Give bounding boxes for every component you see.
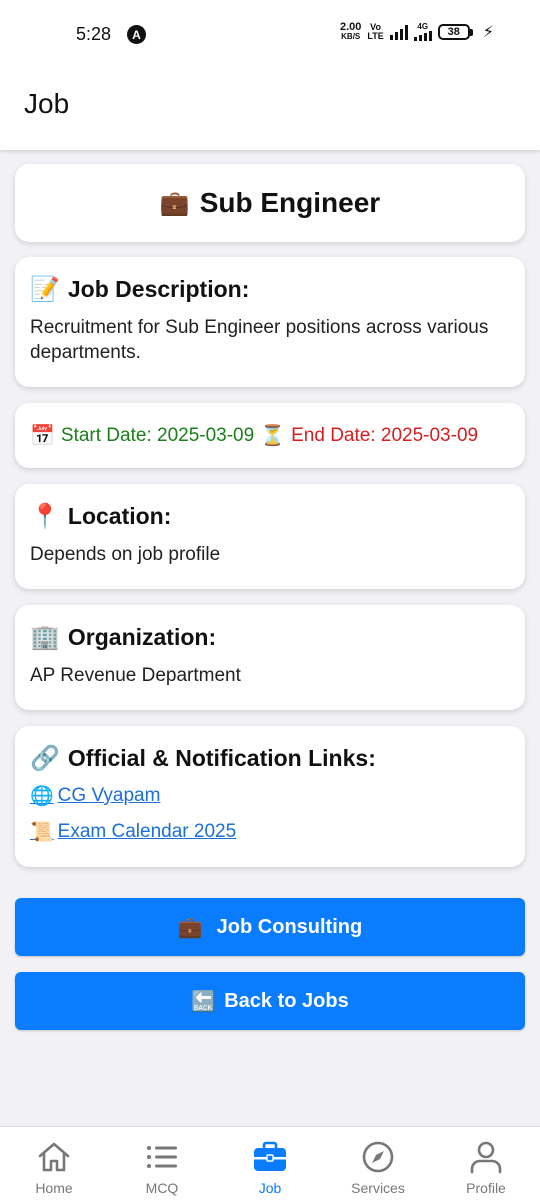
volte-indicator: Vo LTE — [367, 22, 384, 41]
home-icon — [38, 1142, 70, 1172]
person-icon — [470, 1141, 502, 1174]
list-icon — [147, 1146, 177, 1168]
compass-icon — [362, 1141, 394, 1173]
app-bar: Job — [0, 66, 540, 150]
tab-services[interactable]: Services — [324, 1127, 432, 1201]
location-card: 📍 Location: Depends on job profile — [15, 484, 525, 589]
start-date: Start Date: 2025-03-09 — [60, 424, 255, 446]
job-consulting-button[interactable]: 💼 Job Consulting — [15, 898, 525, 956]
dates-card: 📅 Start Date: 2025-03-09 ⏳ End Date: 202… — [15, 403, 525, 468]
briefcase-icon — [254, 1141, 286, 1171]
signal-icon-2 — [413, 31, 432, 41]
tab-mcq[interactable]: MCQ — [108, 1127, 216, 1201]
links-heading: 🔗 Official & Notification Links: — [30, 745, 376, 772]
signal-icon — [389, 24, 408, 40]
job-title-card: 💼 Sub Engineer — [15, 164, 525, 242]
battery-icon: 38 — [437, 24, 473, 40]
bottom-tab-bar: Home MCQ Job Services Profile — [0, 1126, 540, 1201]
description-heading: 📝 Job Description: — [30, 276, 250, 303]
briefcase-icon: 💼 — [177, 916, 203, 939]
organization-heading: 🏢 Organization: — [30, 624, 217, 651]
hourglass-icon: ⏳ — [260, 425, 286, 447]
pin-icon: 📍 — [30, 503, 60, 530]
end-date: End Date: 2025-03-09 — [291, 424, 479, 446]
links-card: 🔗 Official & Notification Links: 🌐 CG Vy… — [15, 726, 525, 867]
organization-text: AP Revenue Department — [30, 665, 241, 686]
organization-card: 🏢 Organization: AP Revenue Department — [15, 605, 525, 710]
back-to-jobs-button[interactable]: 🔙 Back to Jobs — [15, 972, 525, 1030]
location-text: Depends on job profile — [30, 544, 221, 565]
status-indicators: 2.00 KB/S Vo LTE 4G 38 ⚡ — [340, 22, 494, 42]
status-time: 5:28 — [76, 24, 112, 44]
dates-row: 📅 Start Date: 2025-03-09 ⏳ End Date: 202… — [30, 403, 478, 468]
scroll-icon: 📜 — [30, 822, 54, 843]
tab-home[interactable]: Home — [0, 1127, 108, 1201]
description-text: Recruitment for Sub Engineer positions a… — [30, 317, 489, 363]
memo-icon: 📝 — [30, 276, 60, 303]
link-cg-vyapam[interactable]: 🌐 CG Vyapam — [30, 784, 160, 808]
description-card: 📝 Job Description: Recruitment for Sub E… — [15, 257, 525, 387]
link-icon: 🔗 — [30, 745, 60, 772]
location-heading: 📍 Location: — [30, 503, 172, 530]
network-speed: 2.00 KB/S — [340, 21, 362, 42]
briefcase-icon: 💼 — [159, 189, 190, 217]
calendar-icon: 📅 — [30, 425, 55, 447]
back-arrow-icon: 🔙 — [191, 990, 217, 1013]
network-type: 4G — [413, 23, 432, 41]
status-bar: 5:28 A 2.00 KB/S Vo LTE 4G 38 ⚡ — [0, 0, 540, 66]
page-title: Job — [24, 88, 70, 119]
charging-icon: ⚡ — [482, 24, 494, 41]
job-title: 💼 Sub Engineer — [159, 187, 381, 218]
globe-icon: 🌐 — [30, 786, 54, 807]
tab-profile[interactable]: Profile — [432, 1127, 540, 1201]
tab-job[interactable]: Job — [216, 1127, 324, 1201]
building-icon: 🏢 — [30, 624, 60, 651]
app-notification-icon: A — [127, 25, 146, 44]
link-exam-calendar[interactable]: 📜 Exam Calendar 2025 — [30, 820, 236, 844]
